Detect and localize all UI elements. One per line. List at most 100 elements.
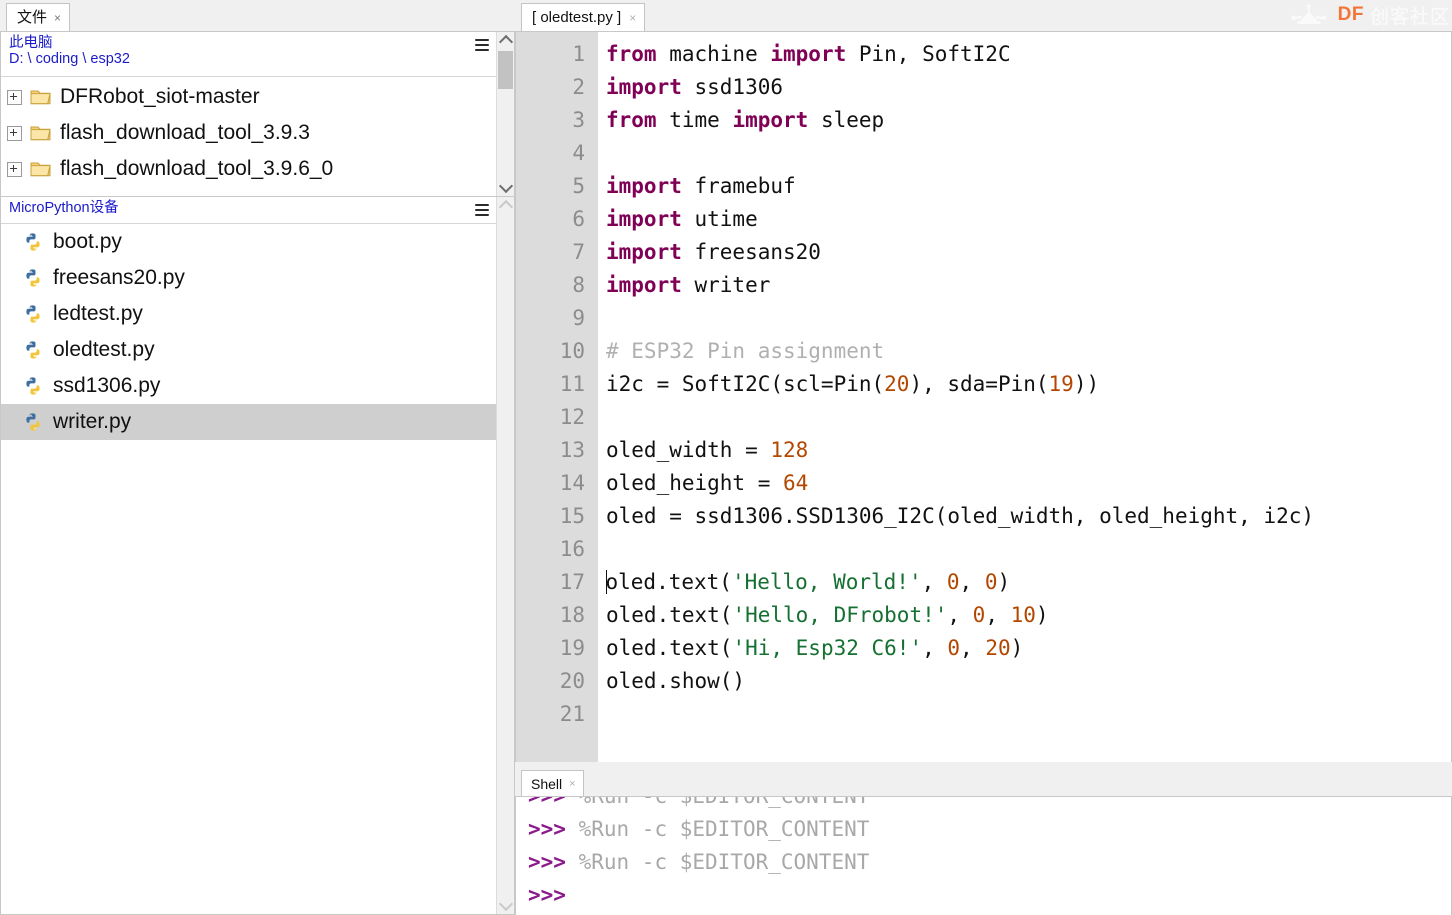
line-number: 19 <box>559 636 585 660</box>
line-number: 12 <box>559 405 585 429</box>
line-number: 6 <box>572 207 585 231</box>
list-item[interactable]: freesans20.py <box>1 260 496 296</box>
left-pane: 文件 × 此电脑 D: \ coding \ esp32 DFRobot_sio… <box>0 0 515 915</box>
python-file-icon <box>23 268 45 288</box>
line-number: 8 <box>572 273 585 297</box>
tab-shell[interactable]: Shell × <box>521 770 584 796</box>
close-icon[interactable]: × <box>54 12 61 24</box>
tree-row-label: flash_download_tool_3.9.3 <box>60 121 310 144</box>
device-file-list: boot.py freesans20.py ledtest.py oledtes… <box>1 224 496 914</box>
code-editor[interactable]: 1 2 3 4 5 6 7 8 9 10 11 12 13 14 15 16 1… <box>515 31 1452 762</box>
scrollbar-track[interactable] <box>497 214 514 897</box>
code-line: oled_height = 64 <box>606 471 809 495</box>
python-file-icon <box>23 412 45 432</box>
files-body: 此电脑 D: \ coding \ esp32 DFRobot_siot-mas… <box>1 32 496 196</box>
code-line: import freesans20 <box>606 240 821 264</box>
tree-row[interactable]: flash_download_tool_3.9.6_0 <box>1 151 496 187</box>
shell-line: >>> %Run -c $EDITOR_CONTENT <box>528 850 870 874</box>
list-item-label: ledtest.py <box>53 302 143 325</box>
right-pane: [ oledtest.py ] × DF 创客社区 1 2 3 4 5 6 7 … <box>515 0 1452 915</box>
close-icon[interactable]: × <box>629 11 636 25</box>
chevron-down-icon[interactable] <box>497 178 514 196</box>
list-item[interactable]: ssd1306.py <box>1 368 496 404</box>
code-line: from machine import Pin, SoftI2C <box>606 42 1011 66</box>
file-tree: DFRobot_siot-master flash_download_tool_… <box>1 77 496 187</box>
list-item-selected[interactable]: writer.py <box>1 404 496 440</box>
python-file-icon <box>23 232 45 252</box>
expand-icon[interactable] <box>7 161 22 177</box>
line-number: 10 <box>559 339 585 363</box>
scrollbar-track[interactable] <box>497 49 514 179</box>
tab-oledtest-label: [ oledtest.py ] <box>532 9 622 26</box>
line-number: 16 <box>559 537 585 561</box>
list-item-label: oledtest.py <box>53 338 155 361</box>
line-number: 1 <box>572 42 585 66</box>
list-item-label: writer.py <box>53 410 132 433</box>
tab-files-label: 文件 <box>17 9 48 26</box>
hamburger-icon[interactable] <box>475 204 489 216</box>
line-number: 5 <box>572 174 585 198</box>
line-number: 7 <box>572 240 585 264</box>
list-item-label: boot.py <box>53 230 122 253</box>
python-file-icon <box>23 376 45 396</box>
tree-row[interactable]: DFRobot_siot-master <box>1 79 496 115</box>
device-section: MicroPython设备 boot.py freesans20.py ledt… <box>0 197 515 915</box>
folder-icon <box>30 159 52 179</box>
code-text[interactable]: from machine import Pin, SoftI2C import s… <box>598 32 1451 762</box>
list-item[interactable]: boot.py <box>1 224 496 260</box>
code-line: import utime <box>606 207 758 231</box>
code-line: import writer <box>606 273 771 297</box>
chevron-up-icon[interactable] <box>497 32 514 50</box>
line-number: 13 <box>559 438 585 462</box>
code-line: oled.show() <box>606 669 746 693</box>
tab-shell-label: Shell <box>531 775 563 792</box>
shell-line: >>> %Run -c $EDITOR_CONTENT <box>528 796 870 808</box>
watermark-brand-cn: 创客社区 <box>1369 6 1450 28</box>
line-number: 15 <box>559 504 585 528</box>
files-scrollbar[interactable] <box>496 32 514 196</box>
folder-icon <box>30 87 52 107</box>
list-item-label: freesans20.py <box>53 266 185 289</box>
editor-tabstrip: [ oledtest.py ] × DF 创客社区 <box>515 0 1452 31</box>
chevron-down-icon[interactable] <box>497 896 514 914</box>
code-line: import ssd1306 <box>606 75 784 99</box>
close-icon[interactable]: × <box>569 778 575 790</box>
line-number: 18 <box>559 603 585 627</box>
drone-icon <box>1286 4 1332 26</box>
code-line: oled.text('Hi, Esp32 C6!', 0, 20) <box>606 636 1024 660</box>
shell-line: >>> %Run -c $EDITOR_CONTENT <box>528 817 870 841</box>
chevron-up-icon[interactable] <box>497 197 514 215</box>
expand-icon[interactable] <box>7 125 22 141</box>
scrollbar-thumb[interactable] <box>498 51 513 89</box>
code-line: i2c = SoftI2C(scl=Pin(20), sda=Pin(19)) <box>606 372 1100 396</box>
list-item[interactable]: ledtest.py <box>1 296 496 332</box>
line-number: 11 <box>559 372 585 396</box>
code-line: # ESP32 Pin assignment <box>606 339 885 363</box>
device-scrollbar[interactable] <box>496 197 514 914</box>
df-community-watermark: DF 创客社区 <box>1286 0 1450 30</box>
line-number: 21 <box>559 702 585 726</box>
tree-row-label: DFRobot_siot-master <box>60 85 260 108</box>
line-number: 4 <box>572 141 585 165</box>
device-header: MicroPython设备 <box>1 197 496 223</box>
code-line: oled_width = 128 <box>606 438 809 462</box>
line-number: 14 <box>559 471 585 495</box>
files-tabstrip: 文件 × <box>0 0 515 32</box>
shell-output[interactable]: >>> %Run -c $EDITOR_CONTENT >>> %Run -c $… <box>516 796 1451 912</box>
hamburger-icon[interactable] <box>475 39 489 51</box>
tab-files[interactable]: 文件 × <box>6 3 71 31</box>
list-item[interactable]: oledtest.py <box>1 332 496 368</box>
shell-line: >>> <box>528 883 566 907</box>
code-line: oled.text('Hello, DFrobot!', 0, 10) <box>606 603 1049 627</box>
list-item-label: ssd1306.py <box>53 374 161 397</box>
tree-row-label: flash_download_tool_3.9.6_0 <box>60 157 334 180</box>
files-header-title: 此电脑 <box>9 35 53 51</box>
tab-oledtest[interactable]: [ oledtest.py ] × <box>521 3 646 31</box>
expand-icon[interactable] <box>7 89 22 105</box>
line-number: 2 <box>572 75 585 99</box>
shell-panel[interactable]: >>> %Run -c $EDITOR_CONTENT >>> %Run -c $… <box>515 796 1452 915</box>
tree-row[interactable]: flash_download_tool_3.9.3 <box>1 115 496 151</box>
